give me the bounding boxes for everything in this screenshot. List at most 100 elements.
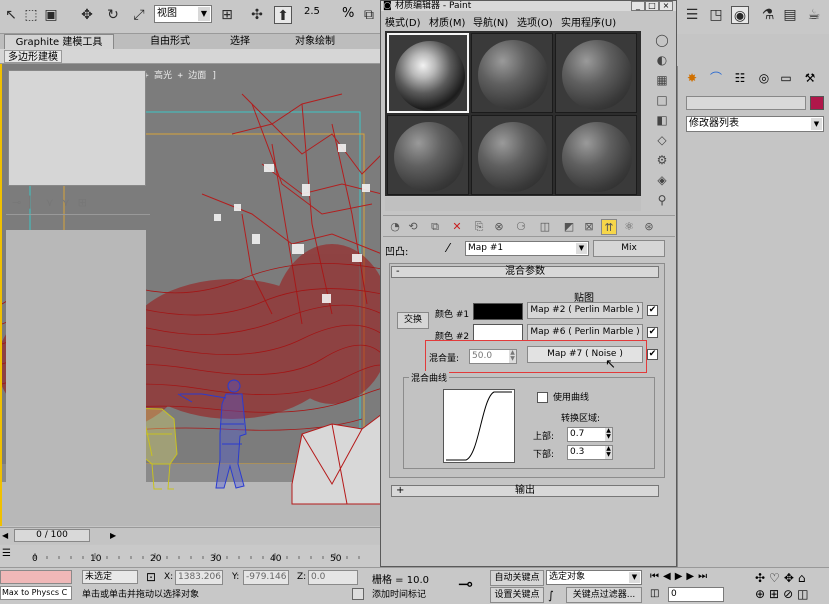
minimize-icon[interactable]: _ <box>631 1 645 11</box>
sample-slot-6[interactable] <box>555 115 637 195</box>
menu-material[interactable]: 材质(M) <box>429 14 465 29</box>
reset-map-icon[interactable]: ✕ <box>449 219 465 235</box>
sample-slot-4[interactable] <box>387 115 469 195</box>
tab-freeform[interactable]: 自由形式 <box>130 34 210 49</box>
tab-object-paint[interactable]: 对象绘制 <box>270 34 360 49</box>
mix-amount-map-checkbox[interactable]: ✔ <box>647 349 658 360</box>
get-material-icon[interactable]: ◔ <box>387 219 403 235</box>
color1-swatch[interactable] <box>473 303 523 320</box>
reference-coord-select[interactable]: 视图 ▼ <box>154 5 212 23</box>
lower-spinner[interactable]: 0.3 ▲ ▼ <box>567 445 613 460</box>
show-end-result-icon[interactable]: ⊠ <box>581 219 597 235</box>
maximize-icon[interactable]: □ <box>645 1 659 11</box>
motion-tab-icon[interactable]: ◎ <box>756 70 772 86</box>
hierarchy-tab-icon[interactable]: ☷ <box>732 70 748 86</box>
map-name-select[interactable]: Map #1 ▼ <box>465 241 589 256</box>
lock-selection-icon[interactable]: ⊡ <box>146 570 156 584</box>
material-editor-icon[interactable]: ◉ <box>731 6 749 24</box>
time-slider[interactable]: 0 / 100 ◀ ▶ <box>0 527 380 544</box>
eyedropper-icon[interactable]: ⁄ <box>447 241 449 255</box>
move-icon[interactable]: ✥ <box>78 6 96 24</box>
maxscript-mini-listener[interactable]: Max to Physcs C <box>0 586 72 600</box>
z-coordinate[interactable]: 0.0 <box>308 570 358 585</box>
select-manipulate-icon[interactable]: ✣ <box>248 6 266 24</box>
upper-spinner[interactable]: 0.7 ▲ ▼ <box>567 427 613 442</box>
go-forward-sibling-icon[interactable]: ⚛ <box>621 219 637 235</box>
stack-tools-icons[interactable]: ⊸▏⋎⋎⊞ <box>12 196 95 209</box>
viewport-nav-icons[interactable]: ✣♡✥⌂ <box>755 571 809 585</box>
uv-tiling-icon[interactable]: □ <box>653 91 671 109</box>
sample-slot-5[interactable] <box>471 115 553 195</box>
select-by-material-icon[interactable]: ◈ <box>653 171 671 189</box>
color1-map-button[interactable]: Map #2 ( Perlin Marble ) <box>527 302 643 319</box>
menu-mode[interactable]: 模式(D) <box>385 14 421 29</box>
y-coordinate[interactable]: -979.146 <box>243 570 289 585</box>
rendered-frame-icon[interactable]: ▤ <box>781 6 799 24</box>
material-map-navigator-icon[interactable]: ⚲ <box>653 191 671 209</box>
add-time-tag[interactable]: 添加时间标记 <box>372 588 426 602</box>
spinner-arrows-icon[interactable]: ▲ ▼ <box>509 350 516 363</box>
sample-slot-3[interactable] <box>555 33 637 113</box>
spinner-snap-icon[interactable]: ⧉ <box>360 6 378 24</box>
color2-map-button[interactable]: Map #6 ( Perlin Marble ) <box>527 324 643 341</box>
time-slider-handle[interactable]: 0 / 100 <box>14 529 90 542</box>
color2-swatch[interactable] <box>473 324 523 341</box>
menu-navigation[interactable]: 导航(N) <box>473 14 508 29</box>
window-cross-icon[interactable]: ▣ <box>42 6 60 24</box>
create-tab-icon[interactable]: ✸ <box>684 70 700 86</box>
time-config-icon[interactable]: ◫ <box>650 588 659 599</box>
rotate-icon[interactable]: ↻ <box>104 6 122 24</box>
menu-options[interactable]: 选项(O) <box>517 14 553 29</box>
options-icon[interactable]: ⚙ <box>653 151 671 169</box>
key-icon[interactable]: ⊸ <box>458 574 473 595</box>
tab-graphite[interactable]: Graphite 建模工具 <box>4 34 114 49</box>
modifier-list-select[interactable]: 修改器列表 ▼ <box>686 116 824 132</box>
go-to-parent-icon[interactable]: ⇈ <box>601 219 617 235</box>
isolate-icon[interactable] <box>352 588 364 600</box>
show-map-icon[interactable]: ◩ <box>561 219 577 235</box>
polygon-modeling-tab[interactable]: 多边形建模 <box>4 50 62 63</box>
color2-map-checkbox[interactable]: ✔ <box>647 327 658 338</box>
modifier-stack[interactable] <box>8 70 146 186</box>
assign-to-selection-icon[interactable]: ⧉ <box>427 219 443 235</box>
auto-key-button[interactable]: 自动关键点 <box>490 570 544 586</box>
sample-slot-2[interactable] <box>471 33 553 113</box>
key-mode-select[interactable]: 选定对象 ▼ <box>546 570 642 585</box>
mix-amount-map-button[interactable]: Map #7 ( Noise ) <box>527 346 643 363</box>
make-preview-icon[interactable]: ◇ <box>653 131 671 149</box>
key-filters-button[interactable]: 关键点过滤器... <box>566 587 642 603</box>
pivot-icon[interactable]: ⊞ <box>218 6 236 24</box>
render-setup-icon[interactable]: ⚗ <box>759 6 777 24</box>
color1-map-checkbox[interactable]: ✔ <box>647 305 658 316</box>
display-tab-icon[interactable]: ▭ <box>778 70 794 86</box>
layer-manager-icon[interactable]: ☰ <box>683 6 701 24</box>
x-coordinate[interactable]: 1383.206 <box>175 570 223 585</box>
slot-scroll-area[interactable] <box>385 197 641 211</box>
output-header[interactable]: + 输出 <box>391 485 659 497</box>
backlight-icon[interactable]: ◐ <box>653 51 671 69</box>
select-arrow-icon[interactable]: ↖ <box>2 6 20 24</box>
put-to-library-icon[interactable]: ⚆ <box>513 219 529 235</box>
curve-icon[interactable]: ∫ <box>548 589 554 602</box>
copy-material-icon[interactable]: ⎘ <box>471 219 487 235</box>
make-unique-icon[interactable]: ⊗ <box>491 219 507 235</box>
layer-icon[interactable]: ☰ <box>2 548 11 559</box>
video-color-icon[interactable]: ◧ <box>653 111 671 129</box>
pick-from-object-icon[interactable]: ⊛ <box>641 219 657 235</box>
time-ruler[interactable]: 0 10 20 30 40 50 ☰ <box>0 545 380 567</box>
ribbon-toggle-icon[interactable]: ◳ <box>707 6 725 24</box>
snap-value[interactable]: 2.5 <box>304 6 320 17</box>
percent-snap-icon[interactable]: % <box>342 6 354 21</box>
sample-type-icon[interactable]: ◯ <box>653 31 671 49</box>
use-curve-checkbox[interactable] <box>537 392 548 403</box>
mix-params-header[interactable]: - 混合参数 <box>391 266 659 278</box>
close-icon[interactable]: × <box>659 1 673 11</box>
keyboard-shortcut-icon[interactable]: ⬆ <box>274 6 292 24</box>
render-teapot-icon[interactable]: ☕ <box>805 6 823 24</box>
tab-selection[interactable]: 选择 <box>210 34 270 49</box>
modify-tab-icon[interactable]: ⌒ <box>708 70 724 86</box>
sample-slot-1[interactable] <box>387 33 469 113</box>
next-frame-icon[interactable]: ▶ <box>110 531 116 540</box>
utilities-tab-icon[interactable]: ⚒ <box>802 70 818 86</box>
material-id-icon[interactable]: ◫ <box>537 219 553 235</box>
